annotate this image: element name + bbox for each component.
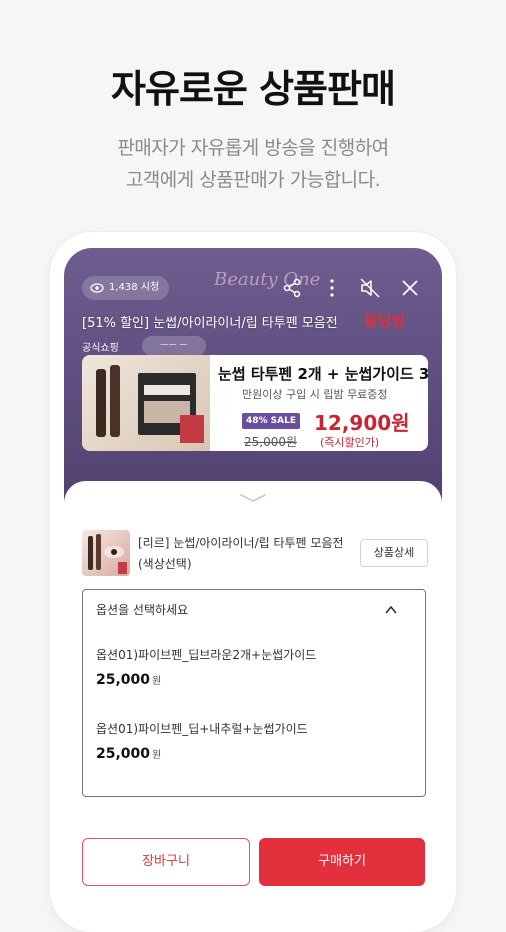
subline-line-1: 판매자가 자유롭게 방송을 진행하여: [117, 137, 389, 159]
viewer-count: 1,438 시청: [109, 282, 160, 293]
more-vertical-icon[interactable]: [320, 276, 344, 300]
share-icon[interactable]: [280, 276, 304, 300]
product-thumbnail: [82, 530, 130, 576]
option-select[interactable]: 옵션을 선택하세요 옵션01)파이브펜_딥브라운2개+눈썹가이드 25,000 원…: [82, 589, 426, 797]
buy-button[interactable]: 구매하기: [259, 838, 425, 886]
shop-tag: 공식쇼핑: [82, 343, 119, 354]
close-icon[interactable]: [398, 276, 422, 300]
live-stream-area: 1,438 시청 Beauty One [51% 할인] 눈썹/아이라이너/립 …: [64, 248, 442, 488]
original-price: 25,000원: [244, 435, 298, 449]
brand-logo: Beauty One: [214, 269, 321, 290]
banner-subtitle: 만원이상 구입 시 립밤 무료증정: [242, 388, 388, 401]
chevron-down-icon[interactable]: [238, 493, 268, 503]
option-price-unit: 원: [152, 676, 162, 687]
option-item-price: 25,000 원: [96, 746, 161, 762]
product-name: [리르] 눈썹/아이라이너/립 타투펜 모음전 (색상선택): [138, 536, 344, 571]
option-item-name[interactable]: 옵션01)파이브펜_딥+내추럴+눈썹가이드: [96, 720, 308, 737]
option-item-name[interactable]: 옵션01)파이브펜_딥브라운2개+눈썹가이드: [96, 646, 316, 663]
live-title-overlay: 왕딩빙: [364, 312, 406, 330]
subline-line-2: 고객에게 상품판매가 가능합니다.: [125, 169, 381, 191]
subline: 판매자가 자유롭게 방송을 진행하여 고객에게 상품판매가 가능합니다.: [0, 132, 506, 196]
option-placeholder: 옵션을 선택하세요: [96, 603, 189, 617]
sale-note: (즉시할인가): [320, 436, 380, 449]
eye-icon: [90, 283, 104, 293]
live-title: [51% 할인] 눈썹/아이라이너/립 타투펜 모음전: [82, 316, 338, 331]
option-item-price: 25,000 원: [96, 672, 161, 688]
banner-title: 눈썹 타투펜 2개 + 눈썹가이드 3종: [218, 365, 428, 383]
option-price-value: 25,000: [96, 746, 151, 762]
option-price-value: 25,000: [96, 672, 151, 688]
banner-product-art: [96, 365, 204, 443]
sale-badge: 48% SALE: [242, 413, 300, 429]
product-banner[interactable]: 눈썹 타투펜 2개 + 눈썹가이드 3종 만원이상 구입 시 립밤 무료증정 4…: [82, 355, 428, 451]
headline: 자유로운 상품판매: [111, 67, 396, 111]
viewer-count-badge: 1,438 시청: [82, 276, 170, 300]
more-pill[interactable]: ㅡㅡ ㅡ: [142, 336, 206, 356]
cart-button[interactable]: 장바구니: [82, 838, 250, 886]
mute-icon[interactable]: [358, 276, 382, 300]
option-price-unit: 원: [152, 750, 162, 761]
chevron-up-icon[interactable]: [384, 604, 398, 616]
product-detail-button[interactable]: 상품상세: [360, 539, 428, 567]
sale-price: 12,900원: [314, 411, 410, 435]
purchase-sheet: [리르] 눈썹/아이라이너/립 타투펜 모음전 (색상선택) 상품상세 옵션을 …: [64, 481, 442, 908]
banner-product-image: [82, 355, 210, 451]
option-select-header[interactable]: 옵션을 선택하세요: [96, 590, 412, 630]
